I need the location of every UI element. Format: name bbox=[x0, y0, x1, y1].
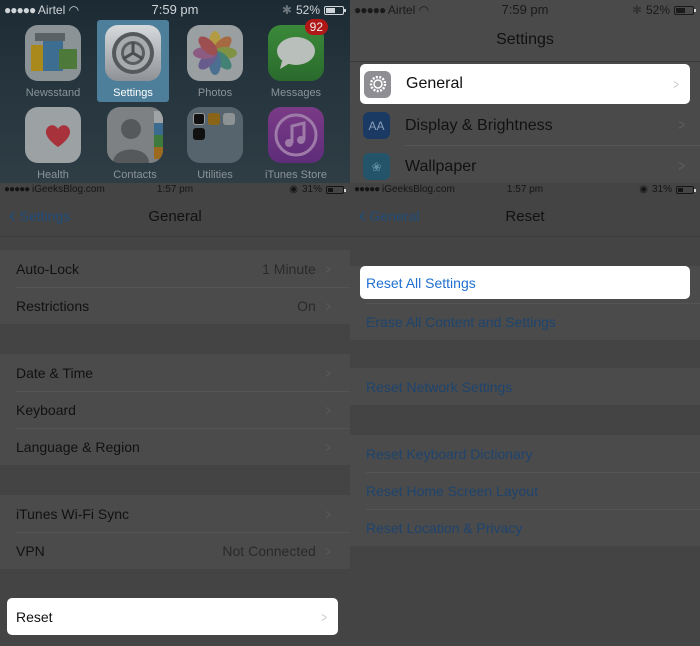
settings-gear-icon bbox=[105, 25, 161, 81]
bluetooth-icon: ✱ bbox=[281, 3, 292, 17]
chevron-left-icon: ‹ bbox=[359, 205, 366, 227]
row-label: Reset All Settings bbox=[366, 274, 476, 291]
page-title: Settings bbox=[496, 31, 554, 48]
settings-panel: ●●●●● Airtel ◠ 7:59 pm ✱ 52% Settings Gen… bbox=[350, 0, 700, 183]
status-bar: ●●●●● Airtel ◠ 7:59 pm ✱ 52% bbox=[350, 0, 700, 18]
notification-badge: 92 bbox=[304, 19, 328, 35]
settings-item-wallpaper[interactable]: ❀ Wallpaper > bbox=[350, 146, 700, 183]
app-label: iTunes Store bbox=[265, 169, 327, 181]
row-reset[interactable]: Reset > bbox=[7, 598, 338, 635]
chevron-right-icon: > bbox=[325, 297, 331, 314]
nav-bar: ‹ General Reset bbox=[350, 196, 700, 236]
status-bar: ●●●●● iGeeksBlog.com 1:57 pm ◉ 31% bbox=[0, 183, 350, 197]
home-screen-panel: ●●●●● Airtel ◠ 7:59 pm ✱ 52% Newsstand Se… bbox=[0, 0, 350, 183]
battery-icon bbox=[676, 185, 696, 194]
battery-percent: 31% bbox=[301, 184, 322, 195]
app-label: Messages bbox=[270, 87, 322, 99]
page-title: General bbox=[148, 207, 202, 225]
rotation-lock-icon: ◉ bbox=[289, 184, 298, 195]
battery-percent: 52% bbox=[295, 3, 320, 17]
chevron-right-icon: > bbox=[325, 505, 331, 522]
battery-percent: 52% bbox=[645, 3, 670, 17]
battery-icon bbox=[674, 5, 696, 15]
chevron-right-icon: > bbox=[673, 76, 679, 92]
reset-panel: ●●●●● iGeeksBlog.com 1:57 pm ◉ 31% ‹ Gener… bbox=[350, 183, 700, 646]
app-utilities[interactable]: Utilities bbox=[175, 107, 255, 181]
settings-item-label: Display & Brightness bbox=[405, 116, 553, 134]
row-value: 1 Minute bbox=[262, 260, 316, 277]
row-date-time[interactable]: Date & Time > bbox=[0, 354, 350, 391]
app-label: Contacts bbox=[113, 169, 157, 181]
chevron-right-icon: > bbox=[678, 157, 685, 175]
row-language-region[interactable]: Language & Region > bbox=[0, 428, 350, 465]
display-brightness-icon: AA bbox=[363, 112, 390, 139]
chevron-right-icon: > bbox=[325, 364, 331, 381]
nav-bar: Settings bbox=[350, 20, 700, 60]
app-health[interactable]: Health bbox=[13, 107, 93, 181]
chevron-right-icon: > bbox=[678, 116, 685, 134]
row-auto-lock[interactable]: Auto-Lock 1 Minute > bbox=[0, 250, 350, 287]
reset-group: Reset Keyboard Dictionary Reset Home Scr… bbox=[350, 435, 700, 546]
erase-all-content-button[interactable]: Erase All Content and Settings bbox=[350, 303, 700, 340]
row-value: Not Connected bbox=[222, 542, 316, 559]
settings-item-label: Wallpaper bbox=[405, 157, 477, 175]
contacts-icon bbox=[107, 107, 163, 163]
utilities-folder-icon bbox=[187, 107, 243, 163]
app-label: Health bbox=[37, 169, 69, 181]
app-settings[interactable]: Settings bbox=[97, 20, 169, 102]
status-bar: ●●●●● iGeeksBlog.com 1:57 pm ◉ 31% bbox=[350, 183, 700, 197]
chevron-right-icon: > bbox=[321, 608, 327, 625]
settings-group: iTunes Wi-Fi Sync > VPN Not Connected > bbox=[0, 495, 350, 569]
settings-item-display-brightness[interactable]: AA Display & Brightness > bbox=[350, 105, 700, 146]
app-label: Settings bbox=[113, 87, 153, 99]
chevron-left-icon: ‹ bbox=[9, 205, 16, 227]
nav-bar: ‹ Settings General bbox=[0, 196, 350, 236]
app-label: Photos bbox=[197, 87, 233, 99]
reset-all-settings-button[interactable]: Reset All Settings bbox=[360, 266, 690, 299]
settings-item-label: General bbox=[406, 75, 463, 92]
reset-home-screen-layout-button[interactable]: Reset Home Screen Layout bbox=[350, 472, 700, 509]
back-button[interactable]: ‹ General bbox=[359, 205, 419, 227]
settings-group: Date & Time > Keyboard > Language & Region… bbox=[0, 354, 350, 465]
rotation-lock-icon: ◉ bbox=[639, 184, 648, 195]
row-label: Reset bbox=[16, 608, 53, 625]
app-label: Utilities bbox=[197, 169, 233, 181]
chevron-right-icon: > bbox=[325, 542, 331, 559]
page-title: Reset bbox=[505, 207, 545, 225]
battery-icon bbox=[324, 5, 346, 15]
reset-network-settings-button[interactable]: Reset Network Settings bbox=[350, 368, 700, 405]
health-heart-icon bbox=[25, 107, 81, 163]
general-panel: ●●●●● iGeeksBlog.com 1:57 pm ◉ 31% ‹ Setti… bbox=[0, 183, 350, 646]
back-button[interactable]: ‹ Settings bbox=[9, 205, 70, 227]
row-restrictions[interactable]: Restrictions On > bbox=[0, 287, 350, 324]
itunes-store-icon bbox=[268, 107, 324, 163]
photos-icon bbox=[187, 25, 243, 81]
row-value: On bbox=[297, 297, 316, 314]
reset-group: Reset Network Settings bbox=[350, 368, 700, 405]
row-vpn[interactable]: VPN Not Connected > bbox=[0, 532, 350, 569]
row-keyboard[interactable]: Keyboard > bbox=[0, 391, 350, 428]
app-newsstand[interactable]: Newsstand bbox=[13, 25, 93, 99]
app-label: Newsstand bbox=[25, 87, 81, 99]
reset-location-privacy-button[interactable]: Reset Location & Privacy bbox=[350, 509, 700, 546]
chevron-right-icon: > bbox=[325, 438, 331, 455]
chevron-right-icon: > bbox=[325, 260, 331, 277]
general-gear-icon bbox=[364, 70, 391, 98]
settings-item-general[interactable]: General > bbox=[360, 64, 690, 104]
status-bar: ●●●●● Airtel ◠ 7:59 pm ✱ 52% bbox=[0, 0, 350, 18]
chevron-right-icon: > bbox=[325, 401, 331, 418]
battery-percent: 31% bbox=[651, 184, 672, 195]
reset-keyboard-dictionary-button[interactable]: Reset Keyboard Dictionary bbox=[350, 435, 700, 472]
app-itunes-store[interactable]: iTunes Store bbox=[256, 107, 336, 181]
app-messages[interactable]: Messages 92 bbox=[256, 19, 336, 99]
newsstand-icon bbox=[25, 25, 81, 81]
settings-group: Auto-Lock 1 Minute > Restrictions On > bbox=[0, 250, 350, 324]
app-photos[interactable]: Photos bbox=[175, 25, 255, 99]
app-contacts[interactable]: Contacts bbox=[95, 107, 175, 181]
row-itunes-wifi-sync[interactable]: iTunes Wi-Fi Sync > bbox=[0, 495, 350, 532]
wallpaper-icon: ❀ bbox=[363, 153, 390, 180]
battery-icon bbox=[326, 185, 346, 194]
bluetooth-icon: ✱ bbox=[631, 3, 642, 17]
